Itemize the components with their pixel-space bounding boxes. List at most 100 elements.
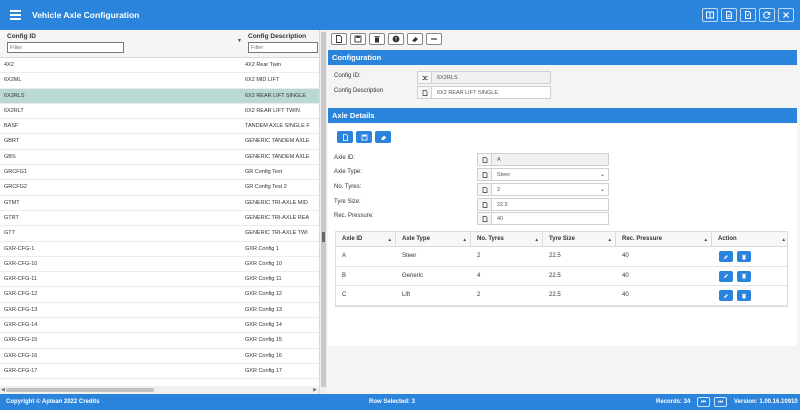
grid-row[interactable]: GRCFG1 GR Config Test [0, 165, 319, 181]
save-button[interactable] [350, 33, 366, 45]
clear-axle-button[interactable] [375, 131, 391, 143]
sort-icon[interactable]: ▲ [704, 232, 708, 247]
help-button[interactable]: ? [388, 33, 404, 45]
chevron-down-icon[interactable]: ⌄ [600, 171, 608, 178]
grid-row[interactable]: GXR-CFG-15 GXR Config 15 [0, 333, 319, 349]
grid-row[interactable]: GXR-CFG-14 GXR Config 14 [0, 318, 319, 334]
grid-row[interactable]: GXR-CFG-17 GXR Config 17 [0, 364, 319, 380]
first-page-icon[interactable]: ⏮ [697, 397, 710, 407]
config-id-filter-input[interactable] [7, 42, 124, 53]
grid-row[interactable]: GBS GENERIC TANDEM AXLE [0, 150, 319, 166]
tyre-size-value[interactable]: 22.5 [492, 202, 608, 208]
hamburger-menu-icon[interactable] [4, 4, 26, 26]
grid-row[interactable]: GXR-CFG-11 GXR Config 11 [0, 272, 319, 288]
new-axle-button[interactable] [337, 131, 353, 143]
config-id-value: 6X2RLS [437, 74, 458, 81]
grid-row[interactable]: GXR-CFG-16 GXR Config 16 [0, 349, 319, 364]
sort-icon[interactable]: ▲ [782, 232, 786, 247]
edit-row-button[interactable] [719, 270, 733, 282]
tyre-size-field[interactable]: 22.5 [477, 198, 609, 211]
no-tyres-value[interactable]: 2 [492, 187, 600, 193]
grid-row[interactable]: 6X2RLT 6X2 REAR LIFT TWIN [0, 104, 319, 120]
last-page-icon[interactable]: ⏭ [714, 397, 727, 407]
grid-row[interactable]: 6X2ML 6X2 MID LIFT [0, 73, 319, 89]
grid-row[interactable]: GXR-CFG-12 GXR Config 12 [0, 287, 319, 303]
save-axle-button[interactable] [356, 131, 372, 143]
close-icon[interactable] [778, 8, 794, 22]
th-no-tyres[interactable]: No. Tyres ▲ [471, 232, 543, 247]
document-icon[interactable] [721, 8, 737, 22]
edit-row-button[interactable] [719, 290, 733, 301]
document-icon [418, 87, 432, 98]
sort-icon[interactable]: ▲ [608, 232, 612, 247]
delete-row-button[interactable] [737, 270, 751, 282]
delete-row-button[interactable] [737, 251, 751, 262]
column-header-config-id[interactable]: Config ID [7, 33, 36, 40]
export-icon[interactable] [740, 8, 756, 22]
grid-cell-config-id: 6X2RLS [4, 92, 25, 99]
th-rec-pressure[interactable]: Rec. Pressure ▲ [616, 232, 712, 247]
grid-row[interactable]: 4X2 4X2 Rear Twin [0, 58, 319, 74]
grid-cell-config-id: GXR-CFG-10 [4, 260, 38, 267]
delete-button[interactable] [369, 33, 385, 45]
table-cell-axle-id: C [342, 292, 347, 298]
scrollbar-thumb[interactable] [6, 388, 154, 392]
new-button[interactable] [331, 33, 347, 45]
th-axle-type[interactable]: Axle Type ▲ [396, 232, 471, 247]
no-tyres-select[interactable]: 2 ⌄ [477, 183, 609, 196]
rec-pressure-value[interactable]: 40 [492, 216, 608, 222]
th-tyre-size[interactable]: Tyre Size ▲ [543, 232, 616, 247]
grid-row[interactable]: GTT GENERIC TRI-AXLE TWI [0, 226, 319, 242]
shuffle-icon [418, 72, 432, 83]
grid-row[interactable]: GRCFG2 GR Config Test 2 [0, 180, 319, 196]
window-icon[interactable] [702, 8, 718, 22]
table-row[interactable]: A Steer 2 22.5 40 [336, 247, 787, 267]
grid-row[interactable]: GBRT GENERIC TANDEM AXLE [0, 134, 319, 150]
sort-icon[interactable]: ▲ [463, 232, 467, 247]
copyright-text[interactable]: Copyright © Aptean 2022 Credits [6, 394, 100, 410]
edit-row-button[interactable] [719, 251, 733, 262]
sort-icon[interactable]: ▲ [388, 232, 392, 247]
grid-row[interactable]: BASF TANDEM AXLE SINGLE F [0, 119, 319, 135]
config-description-value[interactable]: 6X2 REAR LIFT SINGLE [432, 90, 550, 96]
grid-row[interactable]: GXR-CFG-1 GXR Config 1 [0, 242, 319, 257]
grid-cell-config-description: GXR Config 13 [245, 306, 282, 313]
table-row[interactable]: C Lift 2 22.5 40 [336, 286, 787, 306]
rec-pressure-field[interactable]: 40 [477, 212, 609, 225]
grid-cell-config-id: GRCFG1 [4, 169, 27, 176]
table-row[interactable]: B Generic 4 22.5 40 [336, 267, 787, 286]
header-tools [702, 8, 794, 22]
grid-row[interactable]: GXR-CFG-10 GXR Config 10 [0, 257, 319, 273]
column-header-config-description[interactable]: Config Description [248, 33, 306, 40]
sort-icon[interactable]: ▲ [535, 232, 539, 247]
grid-row[interactable]: GXR-CFG-13 GXR Config 13 [0, 303, 319, 319]
panel-splitter[interactable] [320, 30, 327, 394]
config-id-field: 6X2RLS [417, 71, 551, 84]
scroll-left-icon[interactable]: ◀ [1, 387, 5, 393]
refresh-icon[interactable] [759, 8, 775, 22]
th-axle-id[interactable]: Axle ID ▲ [336, 232, 396, 247]
config-description-filter-input[interactable] [248, 42, 318, 53]
eraser-icon [412, 37, 418, 42]
configuration-section-title: Configuration [328, 50, 797, 65]
chevron-down-icon[interactable]: ⌄ [600, 186, 608, 193]
config-description-field[interactable]: 6X2 REAR LIFT SINGLE [417, 86, 551, 99]
table-cell-tyres: 2 [477, 253, 481, 259]
clear-button[interactable] [407, 33, 423, 45]
collapse-button[interactable] [426, 33, 442, 45]
grid-row[interactable]: 6X2RLS 6X2 REAR LIFT SINGLE [0, 88, 319, 104]
vertical-scrollbar-thumb[interactable] [321, 32, 326, 387]
grid-cell-config-description: GXR Config 1 [245, 245, 279, 252]
splitter-grip[interactable] [322, 232, 325, 242]
scroll-right-icon[interactable]: ▶ [313, 387, 317, 393]
axle-type-select[interactable]: Steer ⌄ [477, 168, 609, 181]
trash-icon [742, 273, 746, 279]
table-cell-size: 22.5 [549, 292, 561, 298]
axle-type-value[interactable]: Steer [492, 172, 600, 178]
grid-row[interactable]: GTMT GENERIC TRI-AXLE MID [0, 196, 319, 211]
grid-row[interactable]: GTRT GENERIC TRI-AXLE REA [0, 211, 319, 227]
delete-row-button[interactable] [737, 290, 751, 301]
sort-icon[interactable]: ▼ [237, 38, 242, 44]
th-action[interactable]: Action ▲ [712, 232, 789, 247]
horizontal-scrollbar[interactable]: ◀ ▶ [0, 386, 319, 394]
